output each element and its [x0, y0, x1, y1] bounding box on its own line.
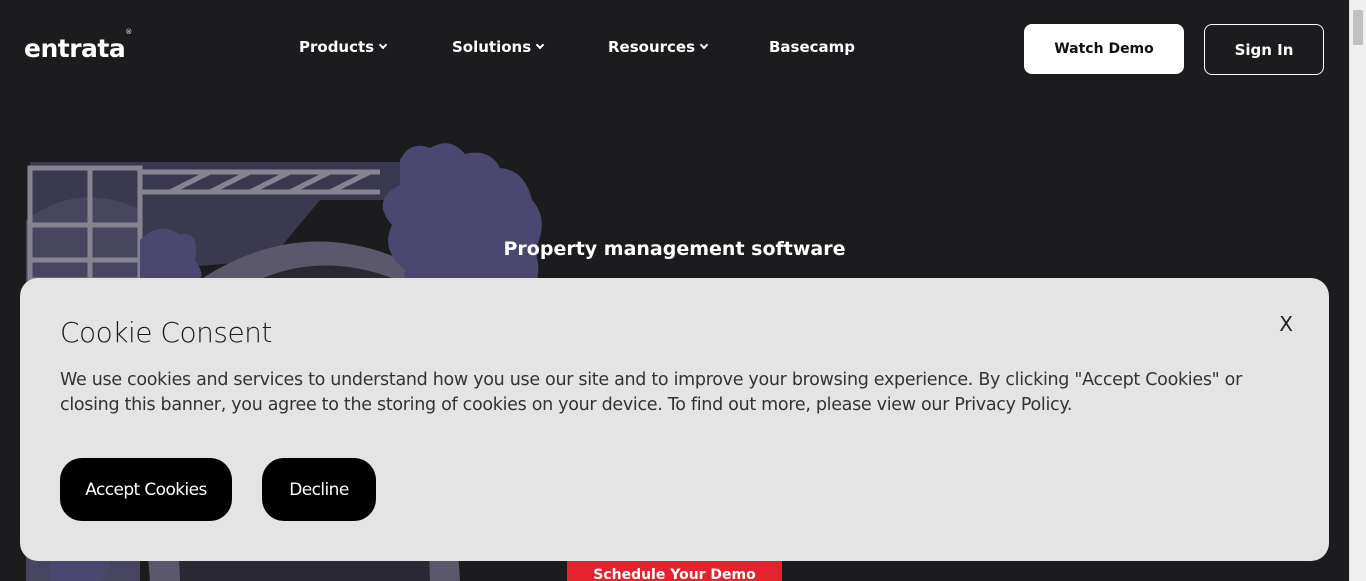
page-scrollbar[interactable] — [1349, 0, 1366, 581]
nav-solutions[interactable]: Solutions — [452, 38, 545, 56]
nav-products[interactable]: Products — [299, 38, 388, 56]
nav-resources-label: Resources — [608, 38, 696, 56]
watch-demo-button[interactable]: Watch Demo — [1024, 24, 1184, 74]
cookie-consent-banner: Cookie Consent X We use cookies and serv… — [20, 278, 1329, 561]
cookie-body-text: We use cookies and services to understan… — [60, 370, 1242, 415]
close-icon[interactable]: X — [1279, 312, 1293, 336]
schedule-demo-button[interactable]: Schedule Your Demo — [567, 561, 782, 581]
accept-cookies-button[interactable]: Accept Cookies — [60, 458, 232, 521]
nav-solutions-label: Solutions — [452, 38, 532, 56]
sign-in-button[interactable]: Sign In — [1204, 24, 1324, 75]
cookie-title: Cookie Consent — [60, 316, 272, 349]
scrollbar-thumb[interactable] — [1353, 10, 1363, 45]
nav-resources[interactable]: Resources — [608, 38, 709, 56]
chevron-down-icon — [699, 40, 709, 50]
nav-basecamp[interactable]: Basecamp — [769, 38, 855, 56]
hero-subtitle: Property management software — [503, 238, 846, 260]
nav-products-label: Products — [299, 38, 375, 56]
entrata-logo[interactable]: entrata® — [24, 28, 132, 63]
chevron-down-icon — [378, 40, 388, 50]
decline-button[interactable]: Decline — [262, 458, 376, 521]
chevron-down-icon — [535, 40, 545, 50]
nav-basecamp-label: Basecamp — [769, 38, 856, 56]
